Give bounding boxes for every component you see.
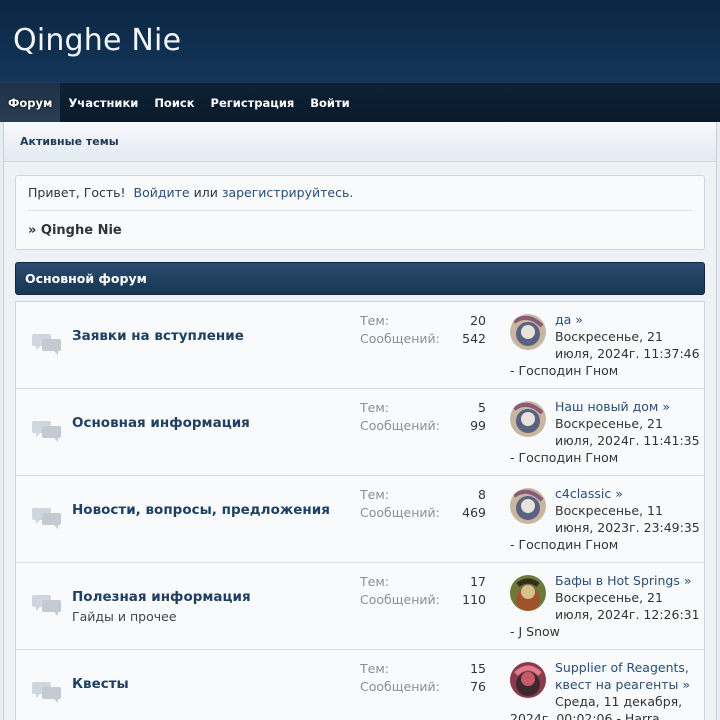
- avatar[interactable]: [510, 314, 546, 350]
- topics-count: 15: [470, 661, 486, 676]
- posts-count: 110: [462, 591, 486, 607]
- avatar[interactable]: [510, 488, 546, 524]
- chat-bubbles-icon: [32, 334, 61, 355]
- register-link[interactable]: зарегистрируйтесь: [222, 185, 350, 200]
- last-post-date: Воскресенье, 11: [555, 503, 663, 518]
- last-post-date: Воскресенье, 21: [555, 416, 663, 431]
- or-text: или: [193, 185, 218, 200]
- avatar[interactable]: [510, 662, 546, 698]
- chat-bubbles-icon: [32, 595, 61, 616]
- posts-count: 99: [470, 417, 486, 433]
- topics-label: Тем:: [360, 487, 389, 502]
- forum-title[interactable]: Новости, вопросы, предложения: [72, 502, 330, 518]
- last-post: c4classic » Воскресенье, 11 июня, 2023г.…: [510, 485, 706, 553]
- forum-description: Гайды и прочее: [72, 609, 177, 624]
- posts-count: 542: [462, 330, 486, 346]
- posts-count: 469: [462, 504, 486, 520]
- welcome-line: Привет, Гость! Войдите или зарегистрируй…: [28, 185, 692, 200]
- forum-stats: Тем: 20 Сообщений: 542: [360, 312, 486, 347]
- last-post: Наш новый дом » Воскресенье, 21 июля, 20…: [510, 398, 706, 466]
- topics-label: Тем:: [360, 313, 389, 328]
- forum-title[interactable]: Заявки на вступление: [72, 328, 244, 344]
- content-area: Активные темы Привет, Гость! Войдите или…: [3, 122, 717, 720]
- nav-register[interactable]: Регистрация: [203, 83, 303, 122]
- last-post-author[interactable]: - Господин Гном: [510, 363, 618, 378]
- forum-row: Основная информация Тем: 5 Сообщений: 99 Н…: [16, 389, 704, 476]
- topics-count: 20: [470, 313, 486, 328]
- last-post-date-2: 2024г. 00:02:06 - Harra: [510, 711, 660, 720]
- category-title[interactable]: Основной форум: [25, 271, 147, 286]
- site-title[interactable]: Qinghe Nie: [13, 23, 181, 58]
- breadcrumb[interactable]: » Qinghe Nie: [28, 223, 692, 238]
- chat-bubbles-icon: [32, 421, 61, 442]
- forum-row: Заявки на вступление Тем: 20 Сообщений: 54…: [16, 302, 704, 389]
- site-header: Qinghe Nie: [0, 0, 720, 82]
- category-header: Основной форум: [15, 262, 705, 295]
- last-post: Supplier of Reagents, квест на реагенты »…: [510, 659, 706, 720]
- last-post-date: Воскресенье, 21: [555, 329, 663, 344]
- nav-forum[interactable]: Форум: [0, 83, 61, 122]
- topics-label: Тем:: [360, 661, 389, 676]
- last-post-topic[interactable]: да »: [555, 312, 583, 327]
- forum-stats: Тем: 5 Сообщений: 99: [360, 399, 486, 434]
- forum-row: Полезная информация Гайды и прочее Тем: 1…: [16, 563, 704, 650]
- topics-count: 17: [470, 574, 486, 589]
- last-post-topic[interactable]: Supplier of Reagents, квест на реагенты »: [555, 660, 690, 692]
- last-post-date-2: июля, 2024г. 11:37:46: [555, 346, 700, 361]
- last-post-date-2: июня, 2023г. 23:49:35: [555, 520, 700, 535]
- last-post-topic[interactable]: Бафы в Hot Springs »: [555, 573, 692, 588]
- topics-label: Тем:: [360, 400, 389, 415]
- nav-members[interactable]: Участники: [60, 83, 146, 122]
- posts-label: Сообщений:: [360, 417, 440, 433]
- posts-label: Сообщений:: [360, 504, 440, 520]
- last-post-topic[interactable]: c4classic »: [555, 486, 623, 501]
- forum-list: Заявки на вступление Тем: 20 Сообщений: 54…: [15, 301, 705, 720]
- welcome-box: Привет, Гость! Войдите или зарегистрируй…: [15, 175, 705, 250]
- last-post-author[interactable]: - Господин Гном: [510, 537, 618, 552]
- forum-title[interactable]: Полезная информация: [72, 589, 251, 605]
- main-navbar: Форум Участники Поиск Регистрация Войти: [0, 82, 720, 122]
- posts-label: Сообщений:: [360, 591, 440, 607]
- posts-label: Сообщений:: [360, 678, 440, 694]
- topics-count: 8: [478, 487, 486, 502]
- forum-stats: Тем: 8 Сообщений: 469: [360, 486, 486, 521]
- login-link[interactable]: Войдите: [134, 185, 190, 200]
- forum-row: Квесты Тем: 15 Сообщений: 76 Supplier of R…: [16, 650, 704, 720]
- last-post-date-2: июля, 2024г. 11:41:35: [555, 433, 700, 448]
- avatar[interactable]: [510, 575, 546, 611]
- forum-title[interactable]: Основная информация: [72, 415, 250, 431]
- nav-login[interactable]: Войти: [302, 83, 357, 122]
- active-topics-link[interactable]: Активные темы: [20, 135, 119, 148]
- last-post-author[interactable]: - Господин Гном: [510, 450, 618, 465]
- topics-label: Тем:: [360, 574, 389, 589]
- last-post-date: Воскресенье, 21: [555, 590, 663, 605]
- last-post-author[interactable]: - J Snow: [510, 624, 560, 639]
- forum-title[interactable]: Квесты: [72, 676, 129, 692]
- last-post-date-2: июля, 2024г. 12:26:31: [555, 607, 700, 622]
- chat-bubbles-icon: [32, 682, 61, 703]
- avatar[interactable]: [510, 401, 546, 437]
- posts-label: Сообщений:: [360, 330, 440, 346]
- topics-count: 5: [478, 400, 486, 415]
- greeting-text: Привет, Гость!: [28, 185, 126, 200]
- period-text: .: [349, 185, 354, 200]
- nav-search[interactable]: Поиск: [146, 83, 202, 122]
- subnav-bar: Активные темы: [4, 122, 716, 162]
- last-post: да » Воскресенье, 21 июля, 2024г. 11:37:…: [510, 311, 706, 379]
- chat-bubbles-icon: [32, 508, 61, 529]
- last-post-topic[interactable]: Наш новый дом »: [555, 399, 670, 414]
- last-post: Бафы в Hot Springs » Воскресенье, 21 июл…: [510, 572, 706, 640]
- last-post-date: Среда, 11 декабря,: [555, 694, 683, 709]
- posts-count: 76: [470, 678, 486, 694]
- forum-stats: Тем: 17 Сообщений: 110: [360, 573, 486, 608]
- welcome-divider: [28, 210, 692, 211]
- forum-stats: Тем: 15 Сообщений: 76: [360, 660, 486, 695]
- forum-row: Новости, вопросы, предложения Тем: 8 Сооб…: [16, 476, 704, 563]
